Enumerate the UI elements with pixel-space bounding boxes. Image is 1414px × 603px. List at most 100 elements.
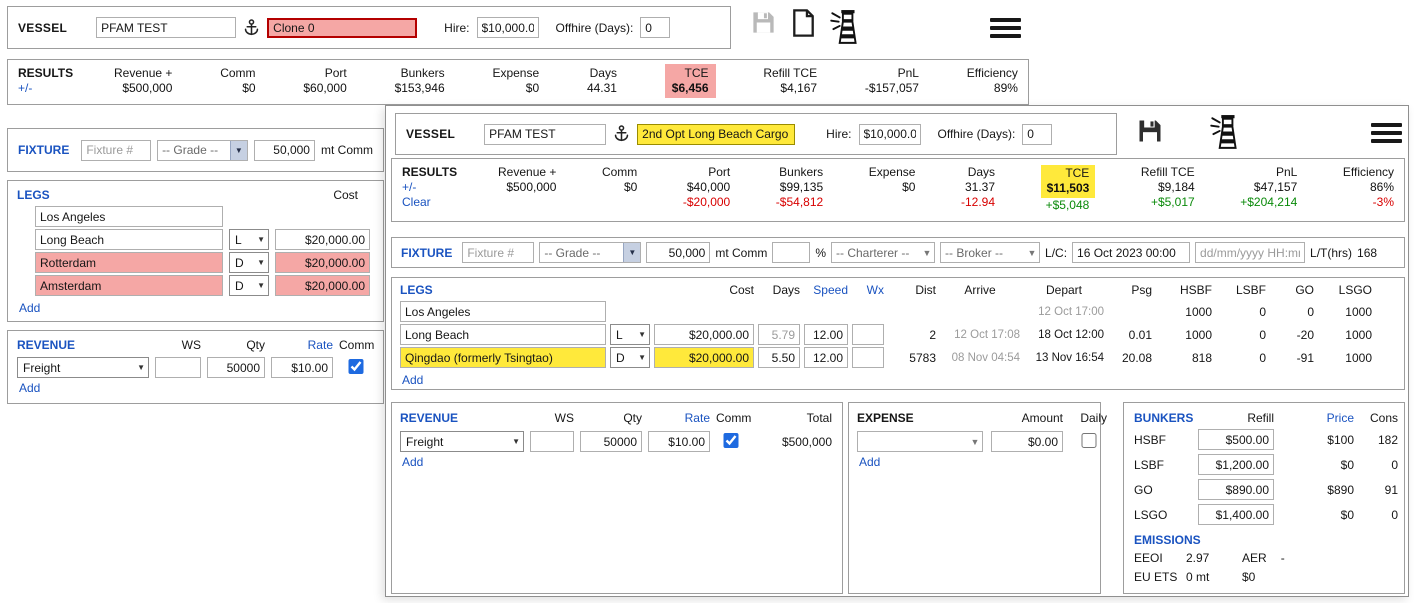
cost-header: Cost (333, 188, 358, 202)
daily-checkbox[interactable] (1071, 433, 1107, 448)
qty-input[interactable] (207, 357, 265, 378)
leg-psg: 0.01 (1108, 328, 1152, 342)
leg-row: D▼ (35, 275, 374, 296)
plusminus-link[interactable]: +/- (18, 81, 114, 96)
anchor-icon[interactable] (613, 124, 630, 144)
leg-type-select[interactable]: D▼ (229, 275, 269, 296)
bp-offhire-input[interactable] (640, 17, 670, 38)
laycan-to-input[interactable] (1195, 242, 1305, 263)
fp-hire-input[interactable] (859, 124, 921, 145)
bp-scenario-input[interactable] (267, 18, 417, 38)
rate-header[interactable]: Rate (648, 411, 710, 425)
menu-icon[interactable] (1371, 119, 1402, 147)
go-header: GO (1270, 283, 1314, 297)
leg-port-input[interactable] (35, 252, 223, 273)
leg-type-select[interactable]: L▼ (229, 229, 269, 250)
results-col-tce: TCE$11,503 +$5,048 (1041, 165, 1096, 213)
leg-speed-input[interactable] (804, 347, 848, 368)
comm-checkbox[interactable] (339, 359, 373, 374)
leg-cost-input[interactable] (275, 275, 370, 296)
ws-input[interactable] (155, 357, 201, 378)
leg-lsbf: 0 (1216, 305, 1266, 319)
bunker-cons: 0 (1360, 458, 1398, 472)
clear-link[interactable]: Clear (402, 195, 498, 210)
aer-value: - (1281, 549, 1285, 568)
bunker-refill-input[interactable] (1198, 429, 1274, 450)
fp-grade-select[interactable]: -- Grade --▼ (539, 242, 641, 263)
hire-label: Hire: (826, 127, 851, 141)
add-leg-link[interactable]: Add (19, 301, 40, 315)
menu-icon[interactable] (990, 14, 1021, 42)
depart-header: Depart (1024, 283, 1104, 297)
leg-cost-input[interactable] (654, 324, 754, 345)
bunker-row: GO $890 91 (1134, 479, 1394, 500)
leg-port-input[interactable] (400, 347, 606, 368)
leg-port-input[interactable] (35, 229, 223, 250)
bunker-refill-input[interactable] (1198, 479, 1274, 500)
fp-fixture-number-input[interactable] (462, 242, 534, 263)
ws-input[interactable] (530, 431, 574, 452)
wx-header[interactable]: Wx (852, 283, 884, 297)
comm-checkbox[interactable] (716, 433, 746, 448)
aer-label: AER (1242, 549, 1267, 568)
leg-wx-input[interactable] (852, 324, 884, 345)
bp-fixture-number-input[interactable] (81, 140, 151, 161)
leg-days-input[interactable] (758, 347, 800, 368)
charterer-select[interactable]: -- Charterer --▼ (831, 242, 935, 263)
leg-cost-input[interactable] (654, 347, 754, 368)
leg-port-input[interactable] (400, 301, 606, 322)
fp-comm-pct-input[interactable] (772, 242, 810, 263)
bp-vessel-name-input[interactable] (96, 17, 236, 38)
bp-hire-input[interactable] (477, 17, 539, 38)
price-header[interactable]: Price (1280, 411, 1354, 425)
copy-page-icon[interactable] (792, 9, 815, 37)
leg-psg: 20.08 (1108, 351, 1152, 365)
fp-revenue-section: REVENUE WS Qty Rate Comm Total Freight▼ … (391, 402, 843, 594)
revenue-type-select[interactable]: Freight▼ (17, 357, 149, 378)
bp-revenue-section: REVENUE WS Qty Rate Comm Freight▼ Add (7, 330, 384, 404)
revenue-total: $500,000 (752, 435, 832, 449)
expense-amount-input[interactable] (991, 431, 1063, 452)
expense-type-select[interactable]: ▼ (857, 431, 983, 452)
bunker-refill-input[interactable] (1198, 504, 1274, 525)
leg-type-select[interactable]: D▼ (610, 347, 650, 368)
leg-wx-input[interactable] (852, 347, 884, 368)
fp-offhire-input[interactable] (1022, 124, 1052, 145)
save-icon[interactable] (1136, 117, 1164, 145)
add-revenue-link[interactable]: Add (19, 381, 40, 395)
add-leg-link[interactable]: Add (402, 373, 423, 387)
leg-port-input[interactable] (35, 206, 223, 227)
bp-grade-select[interactable]: -- Grade --▼ (157, 140, 248, 161)
leg-speed-input[interactable] (804, 324, 848, 345)
fp-vessel-name-input[interactable] (484, 124, 606, 145)
rate-input[interactable] (271, 357, 333, 378)
rate-header[interactable]: Rate (271, 338, 333, 352)
lighthouse-icon[interactable] (1210, 114, 1240, 150)
qty-input[interactable] (580, 431, 642, 452)
leg-type-select[interactable]: D▼ (229, 252, 269, 273)
bunker-refill-input[interactable] (1198, 454, 1274, 475)
speed-header[interactable]: Speed (804, 283, 848, 297)
plusminus-link[interactable]: +/- (402, 180, 498, 195)
leg-cost-input[interactable] (275, 229, 370, 250)
leg-cost-input[interactable] (275, 252, 370, 273)
add-expense-link[interactable]: Add (859, 455, 880, 469)
leg-type-select[interactable]: L▼ (610, 324, 650, 345)
rate-input[interactable] (648, 431, 710, 452)
anchor-icon[interactable] (243, 18, 260, 38)
leg-days-input[interactable] (758, 324, 800, 345)
laycan-from-input[interactable] (1072, 242, 1190, 263)
fp-scenario-input[interactable] (637, 124, 795, 145)
save-icon[interactable] (750, 9, 777, 36)
amount-header: Amount (991, 411, 1063, 425)
leg-port-input[interactable] (400, 324, 606, 345)
revenue-type-select[interactable]: Freight▼ (400, 431, 524, 452)
bp-quantity-input[interactable] (254, 140, 315, 161)
refill-header: Refill (1198, 411, 1274, 425)
lighthouse-icon[interactable] (830, 9, 860, 45)
revenue-label: REVENUE (17, 338, 149, 352)
broker-select[interactable]: -- Broker --▼ (940, 242, 1040, 263)
leg-port-input[interactable] (35, 275, 223, 296)
fp-quantity-input[interactable] (646, 242, 710, 263)
add-revenue-link[interactable]: Add (402, 455, 423, 469)
